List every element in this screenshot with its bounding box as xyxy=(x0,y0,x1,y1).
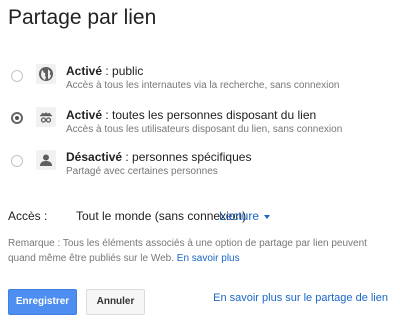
caret-down-icon[interactable] xyxy=(264,214,271,219)
option-description: Partagé avec certaines personnes xyxy=(66,166,218,177)
dialog-title: Partage par lien xyxy=(8,6,157,29)
radio-anyone-with-link[interactable] xyxy=(11,112,23,124)
access-label: Accès : xyxy=(8,209,48,223)
globe-icon xyxy=(36,64,56,84)
cancel-button[interactable]: Annuler xyxy=(86,289,145,315)
radio-specific-people[interactable] xyxy=(11,155,23,167)
incognito-user-icon xyxy=(36,107,56,127)
radio-public[interactable] xyxy=(11,70,23,82)
option-label: Activé : toutes les personnes disposant … xyxy=(66,108,317,122)
option-description: Accès à tous les internautes via la rech… xyxy=(66,80,340,91)
option-label: Activé : public xyxy=(66,64,144,78)
permission-dropdown[interactable]: Lecture xyxy=(219,209,271,223)
access-row: Accès : Tout le monde (sans connexion)Lec… xyxy=(8,209,271,223)
permission-value[interactable]: Lecture xyxy=(219,209,259,223)
access-value: Tout le monde (sans connexion) xyxy=(76,209,247,223)
help-link-sharing[interactable]: En savoir plus sur le partage de lien xyxy=(213,292,388,304)
option-anyone-with-link[interactable]: Activé : toutes les personnes disposant … xyxy=(0,107,400,148)
learn-more-link[interactable]: En savoir plus xyxy=(177,253,240,264)
remark-note: Remarque : Tous les éléments associés à … xyxy=(8,236,388,266)
option-label: Désactivé : personnes spécifiques xyxy=(66,150,252,164)
option-description: Accès à tous les utilisateurs disposant … xyxy=(66,124,343,135)
option-specific-people[interactable]: Désactivé : personnes spécifiques Partag… xyxy=(0,150,400,190)
option-public[interactable]: Activé : public Accès à tous les interna… xyxy=(0,64,400,104)
user-icon xyxy=(36,150,56,170)
save-button[interactable]: Enregistrer xyxy=(8,289,77,315)
